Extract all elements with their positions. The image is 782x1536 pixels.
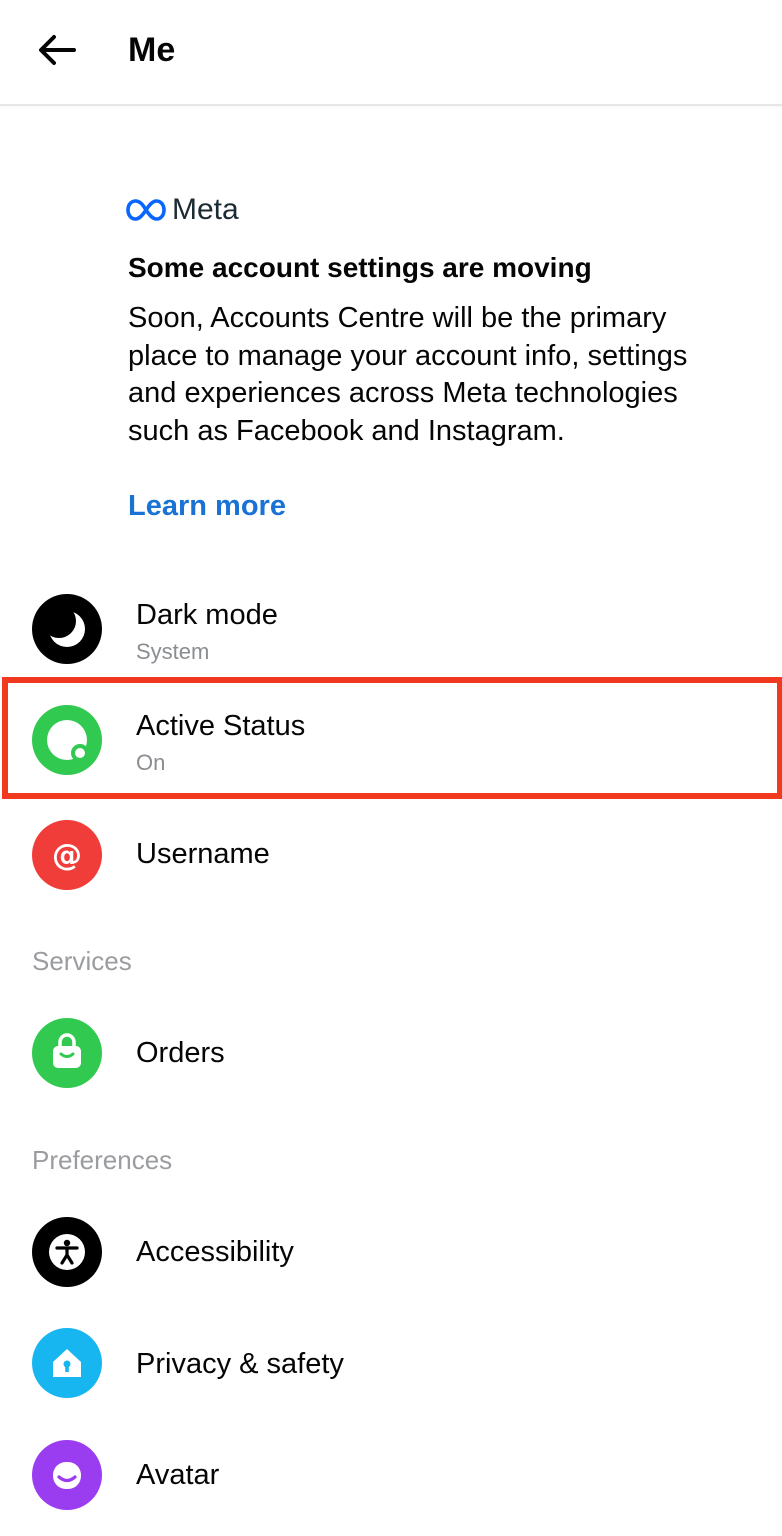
settings-item-username[interactable]: @ Username: [0, 810, 782, 900]
page-title: Me: [128, 31, 176, 69]
avatar-icon: [32, 1440, 102, 1510]
notice-heading: Some account settings are moving: [128, 252, 592, 283]
section-header-services: Services: [32, 946, 132, 976]
at-sign-icon: @: [32, 820, 102, 890]
settings-item-label: Orders: [136, 1037, 225, 1069]
moon-icon: [32, 594, 102, 664]
meta-logo: Meta: [126, 192, 239, 228]
learn-more-link[interactable]: Learn more: [128, 487, 286, 525]
settings-item-value: System: [136, 639, 210, 664]
settings-item-label: Privacy & safety: [136, 1348, 344, 1380]
shopping-bag-icon: [32, 1018, 102, 1088]
section-header-preferences: Preferences: [32, 1145, 173, 1175]
notice-body: Soon, Accounts Centre will be the primar…: [128, 300, 768, 450]
settings-item-label: Username: [136, 838, 270, 870]
accessibility-icon: [32, 1217, 102, 1287]
notice-body-line: Soon, Accounts Centre will be the primar…: [128, 302, 667, 334]
meta-wordmark: Meta: [172, 193, 239, 226]
settings-item-label: Dark mode: [136, 599, 278, 631]
back-arrow-icon[interactable]: [34, 28, 78, 72]
settings-item-dark-mode[interactable]: Dark mode System: [0, 586, 782, 676]
settings-item-orders[interactable]: Orders: [0, 1008, 782, 1098]
meta-infinity-icon: [126, 199, 166, 221]
settings-item-privacy-safety[interactable]: Privacy & safety: [0, 1318, 782, 1408]
highlight-box: [2, 677, 782, 799]
settings-item-label: Avatar: [136, 1459, 220, 1491]
notice-body-line: and experiences across Meta technologies: [128, 377, 678, 409]
settings-item-accessibility[interactable]: Accessibility: [0, 1207, 782, 1297]
notice-body-line: place to manage your account info, setti…: [128, 339, 688, 372]
top-bar: Me: [0, 0, 782, 106]
privacy-house-icon: [32, 1328, 102, 1398]
settings-item-avatar[interactable]: Avatar: [0, 1430, 782, 1520]
notice-body-line: such as Facebook and Instagram.: [128, 414, 565, 447]
settings-item-label: Accessibility: [136, 1236, 294, 1268]
svg-text:@: @: [52, 838, 82, 873]
